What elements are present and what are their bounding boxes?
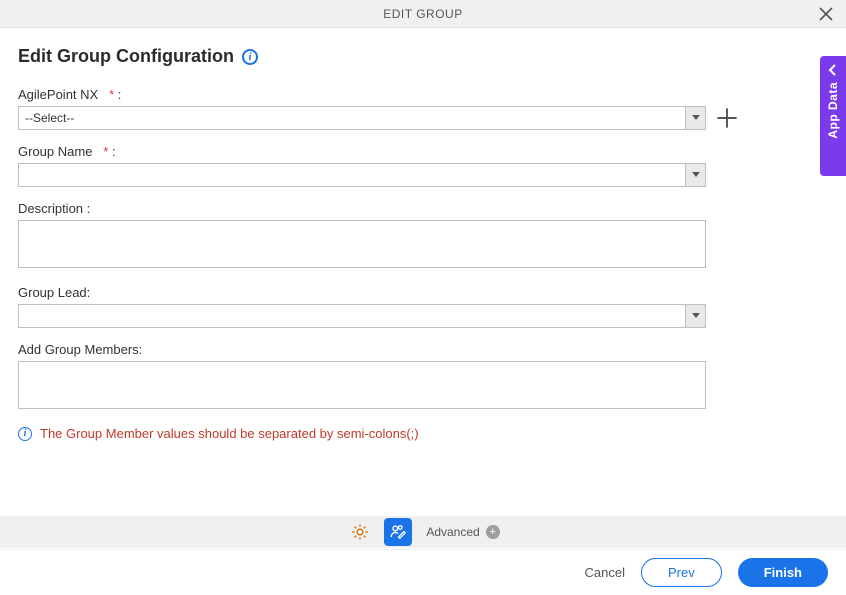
agilepoint-dropdown-button[interactable] [685, 107, 705, 129]
hint-text: The Group Member values should be separa… [40, 426, 419, 441]
close-button[interactable] [812, 0, 840, 28]
description-label: Description : [18, 201, 90, 216]
info-icon: i [18, 427, 32, 441]
close-icon [819, 7, 833, 21]
group-lead-select[interactable] [18, 304, 706, 328]
finish-button[interactable]: Finish [738, 558, 828, 587]
description-textarea[interactable] [18, 220, 706, 268]
group-lead-label: Group Lead: [18, 285, 90, 300]
agilepoint-select[interactable] [18, 106, 706, 130]
users-edit-icon [389, 523, 407, 541]
group-name-dropdown-button[interactable] [685, 164, 705, 186]
side-tab-label: App Data [826, 82, 840, 139]
group-name-input[interactable] [19, 164, 685, 186]
main-content: Edit Group Configuration i AgilePoint NX… [0, 28, 760, 441]
group-config-button[interactable] [384, 518, 412, 546]
chevron-down-icon [692, 172, 700, 178]
plus-icon [716, 107, 738, 129]
agilepoint-label: AgilePoint NX * : [18, 87, 121, 102]
gear-icon [351, 523, 369, 541]
settings-button[interactable] [346, 518, 374, 546]
agilepoint-input[interactable] [19, 107, 685, 129]
hint-row: i The Group Member values should be sepa… [18, 426, 742, 441]
group-lead-dropdown-button[interactable] [685, 305, 705, 327]
prev-button[interactable]: Prev [641, 558, 722, 587]
cancel-button[interactable]: Cancel [585, 565, 625, 580]
group-name-select[interactable] [18, 163, 706, 187]
dialog-header: EDIT GROUP [0, 0, 846, 28]
dialog-title: EDIT GROUP [383, 7, 462, 21]
chevron-left-icon [827, 64, 839, 76]
info-icon[interactable]: i [242, 49, 258, 65]
chevron-down-icon [692, 115, 700, 121]
page-title: Edit Group Configuration [18, 46, 234, 67]
advanced-toggle[interactable]: Advanced + [426, 525, 499, 539]
advanced-label: Advanced [426, 525, 479, 539]
add-members-textarea[interactable] [18, 361, 706, 409]
group-lead-input[interactable] [19, 305, 685, 327]
add-members-label: Add Group Members: [18, 342, 142, 357]
plus-circle-icon: + [486, 525, 500, 539]
toolbar: Advanced + [0, 516, 846, 548]
app-data-side-tab[interactable]: App Data [820, 56, 846, 176]
group-name-label: Group Name * : [18, 144, 116, 159]
dialog-footer: Cancel Prev Finish [0, 549, 846, 595]
chevron-down-icon [692, 313, 700, 319]
add-agilepoint-button[interactable] [716, 107, 738, 129]
